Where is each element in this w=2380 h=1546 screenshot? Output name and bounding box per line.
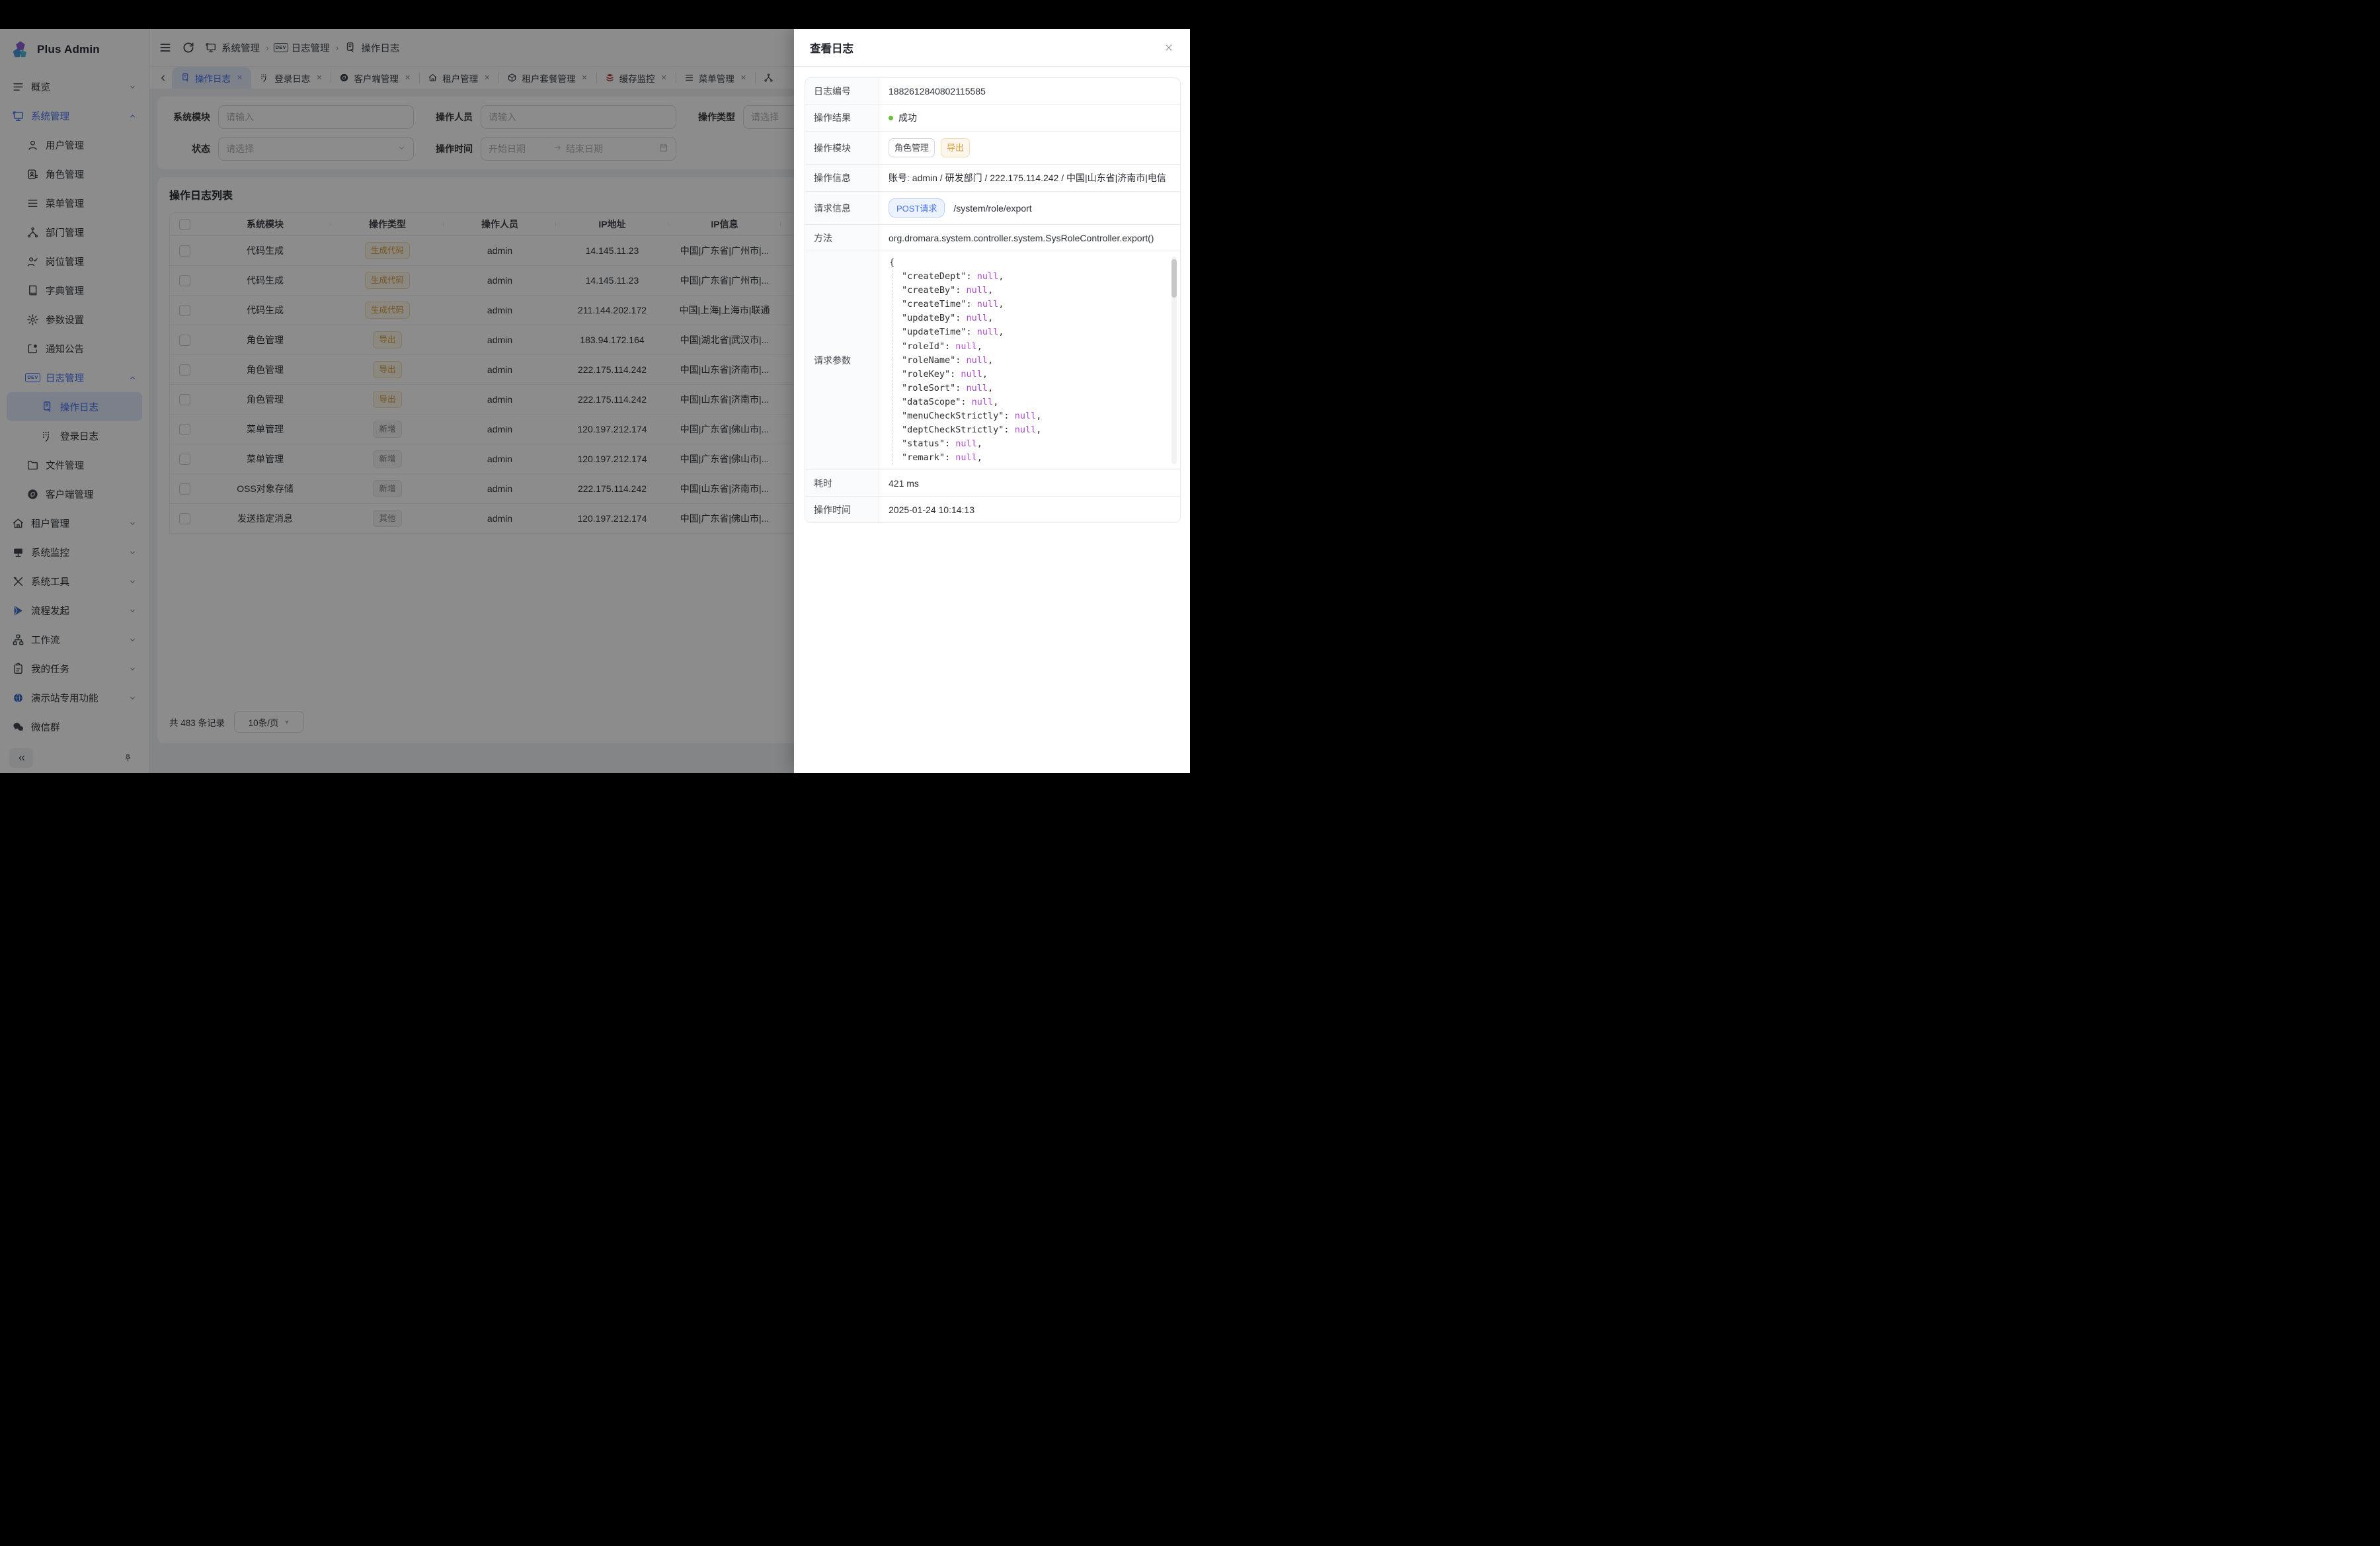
drawer-field-row: 耗时421 ms (805, 470, 1180, 497)
view-log-drawer: 查看日志 日志编号1882612840802115585操作结果 成功操作模块角色… (794, 29, 1190, 773)
drawer-body: 日志编号1882612840802115585操作结果成功操作模块角色管理导出操… (794, 67, 1190, 534)
close-icon[interactable] (1164, 42, 1174, 53)
json-line: "menuCheckStrictly": null, (902, 409, 1167, 423)
field-label: 请求参数 (805, 251, 879, 469)
json-indent-guide: "createDept": null,"createBy": null,"cre… (892, 270, 1167, 465)
drawer-field-row: 操作时间2025-01-24 10:14:13 (805, 497, 1180, 522)
json-line: "roleName": null, (902, 354, 1167, 368)
json-line: "deptCheckStrictly": null, (902, 423, 1167, 437)
drawer-header: 查看日志 (794, 29, 1190, 67)
module-tag: 导出 (941, 138, 970, 157)
success-dot-icon (889, 116, 893, 120)
drawer-field-row: 方法org.dromara.system.controller.system.S… (805, 225, 1180, 251)
http-method-tag: POST请求 (889, 198, 945, 218)
field-value-操作信息: 账号: admin / 研发部门 / 222.175.114.242 / 中国|… (879, 165, 1180, 191)
field-label: 操作结果 (805, 104, 879, 131)
field-label: 操作时间 (805, 497, 879, 522)
json-line: "remark": null, (902, 451, 1167, 465)
field-label: 操作信息 (805, 165, 879, 191)
log-detail-table: 日志编号1882612840802115585操作结果成功操作模块角色管理导出操… (805, 77, 1181, 523)
drawer-field-row: 请求参数{"createDept": null,"createBy": null… (805, 251, 1180, 470)
drawer-field-row: 操作结果 成功 (805, 104, 1180, 132)
field-value-耗时: 421 ms (879, 470, 1180, 496)
json-line: "updateTime": null, (902, 325, 1167, 339)
field-value-操作模块: 角色管理导出 (879, 132, 1180, 164)
field-value-请求信息: POST请求/system/role/export (879, 192, 1180, 224)
field-value-日志编号: 1882612840802115585 (879, 78, 1180, 104)
module-tag: 角色管理 (889, 138, 935, 157)
field-value-请求参数: {"createDept": null,"createBy": null,"cr… (879, 251, 1180, 469)
field-label: 方法 (805, 225, 879, 251)
json-line: "dataScope": null, (902, 395, 1167, 409)
scrollbar-thumb[interactable] (1171, 259, 1177, 298)
json-line: "status": null, (902, 437, 1167, 451)
request-url: /system/role/export (953, 203, 1031, 214)
field-label: 日志编号 (805, 78, 879, 104)
screen: Plus Admin 概览系统管理用户管理角色管理菜单管理部门管理岗位管理字典管… (0, 0, 1190, 773)
field-label: 耗时 (805, 470, 879, 496)
drawer-field-row: 请求信息POST请求/system/role/export (805, 192, 1180, 225)
status-text: 成功 (898, 111, 917, 124)
field-value-操作结果: 成功 (879, 104, 1180, 131)
field-label: 请求信息 (805, 192, 879, 224)
screen-top-bezel (0, 0, 1190, 29)
drawer-overlay[interactable] (0, 29, 794, 773)
json-line: "createDept": null, (902, 270, 1167, 284)
request-params-code: {"createDept": null,"createBy": null,"cr… (889, 256, 1167, 465)
json-line: "roleId": null, (902, 340, 1167, 354)
drawer-field-row: 日志编号1882612840802115585 (805, 78, 1180, 104)
drawer-title: 查看日志 (810, 40, 853, 56)
field-value-操作时间: 2025-01-24 10:14:13 (879, 497, 1180, 522)
json-line: "roleSort": null, (902, 382, 1167, 395)
field-value-方法: org.dromara.system.controller.system.Sys… (879, 225, 1180, 251)
json-line: "createTime": null, (902, 298, 1167, 311)
json-line: "createBy": null, (902, 284, 1167, 298)
drawer-field-row: 操作模块角色管理导出 (805, 132, 1180, 165)
json-line: "updateBy": null, (902, 311, 1167, 325)
json-line: "roleKey": null, (902, 368, 1167, 382)
drawer-field-row: 操作信息账号: admin / 研发部门 / 222.175.114.242 /… (805, 165, 1180, 192)
field-label: 操作模块 (805, 132, 879, 164)
